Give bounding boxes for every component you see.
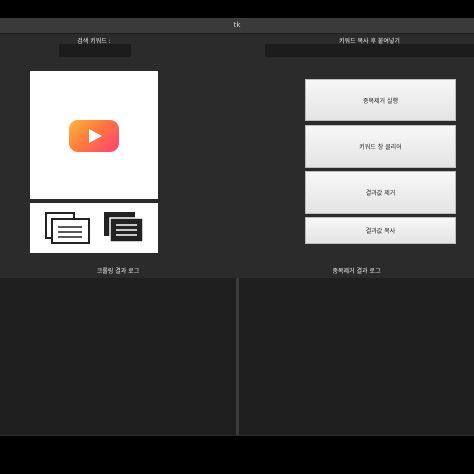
crawl-log-textarea[interactable]	[0, 278, 236, 435]
dedupe-log-textarea[interactable]	[239, 278, 474, 435]
crawl-log-title: 크롤링 결과 로그	[96, 268, 140, 275]
remove-result-button[interactable]: 결과값 제거	[305, 171, 456, 214]
window-title: tk	[233, 21, 241, 29]
keyword-clear-button[interactable]: 키워드 창 클리어	[305, 125, 456, 168]
app-window: tk 검색 키워드 : 키워드 복사 후 붙여넣기 중복제거 실행 키워드 창 …	[0, 18, 474, 436]
copy-icons-panel	[30, 203, 158, 253]
title-bar: tk	[0, 18, 474, 34]
copy-result-button[interactable]: 결과값 복사	[305, 217, 456, 244]
copy-document-outline-icon[interactable]	[45, 212, 90, 244]
dedupe-log-title: 중복제거 결과 로그	[332, 268, 381, 275]
dedupe-run-button[interactable]: 중복제거 실행	[305, 79, 456, 121]
youtube-thumbnail	[30, 71, 158, 199]
paste-keyword-input[interactable]	[265, 44, 474, 57]
copy-document-filled-icon[interactable]	[104, 212, 144, 243]
search-keyword-input[interactable]	[59, 44, 131, 57]
youtube-play-icon	[69, 120, 119, 152]
